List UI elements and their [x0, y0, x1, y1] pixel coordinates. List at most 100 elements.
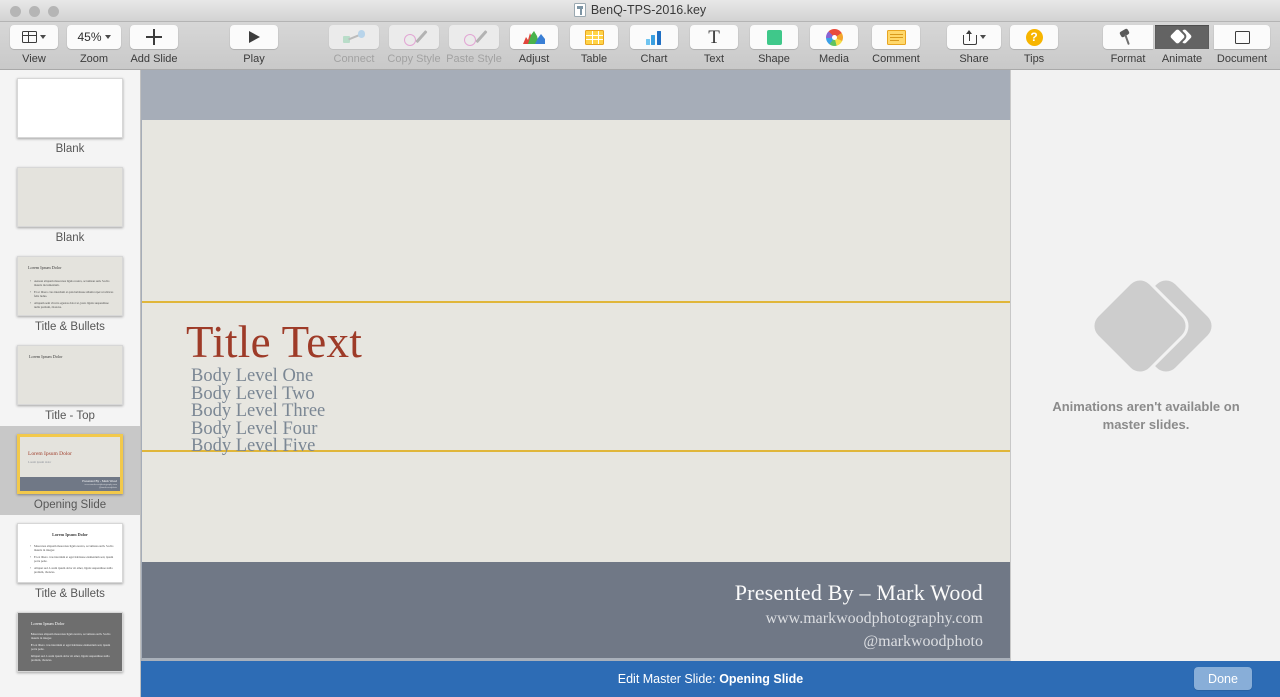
body-level-5: Body Level Five [191, 436, 316, 457]
slide-title-placeholder[interactable]: Title Text [186, 316, 362, 368]
copy-style-button[interactable]: Copy Style [384, 25, 444, 65]
connect-label: Connect [333, 53, 375, 65]
media-label: Media [819, 53, 849, 65]
connect-button[interactable]: Connect [324, 25, 384, 65]
thumb-bullet: Et ac libero cras interdum at quis habit… [30, 290, 114, 299]
view-button[interactable]: View [4, 25, 64, 65]
slide-label: Title & Bullets [35, 588, 105, 600]
chevron-down-icon [979, 35, 986, 39]
share-button[interactable]: Share [944, 25, 1004, 65]
slide-thumbnail[interactable] [17, 167, 123, 227]
bar-chart-icon [645, 30, 664, 45]
slide-thumbnail[interactable]: Lorem Ipsum Dolor Aenean aliquam maecena… [17, 256, 123, 316]
body-level-1: Body Level One [191, 366, 314, 386]
animate-diamonds-icon [1169, 28, 1193, 45]
format-button[interactable]: Format [1102, 25, 1154, 65]
tips-button[interactable]: ? Tips [1004, 25, 1064, 65]
thumb-title: Lorem Ipsum Dolor [28, 451, 72, 457]
thumb-title: Lorem Ipsum Dolor [29, 354, 63, 359]
sidebar-item-blank-1[interactable]: Blank [0, 70, 140, 159]
chevron-down-icon [104, 35, 111, 39]
inspector-message-line-1: Animations aren't available on [1052, 399, 1240, 414]
text-button[interactable]: T Text [684, 25, 744, 65]
slide-label: Blank [55, 143, 85, 155]
format-label: Format [1110, 53, 1146, 65]
zoom-button[interactable]: 45% Zoom [64, 25, 124, 65]
slide-canvas[interactable]: Title Text Body Level One Body Level Two… [141, 70, 1010, 697]
thumb-bullet: Maecenas aliquam maecenas ligula nostra,… [31, 631, 114, 640]
media-button[interactable]: Media [804, 25, 864, 65]
sticky-note-icon [886, 29, 906, 45]
master-bar-text: Edit Master Slide: Opening Slide [618, 672, 803, 686]
document-label: Document [1216, 53, 1268, 65]
add-slide-button[interactable]: Add Slide [124, 25, 184, 65]
toolbar-center-group: Connect Copy Style Paste Style Adjust Ta… [324, 25, 928, 65]
sidebar-item-dark-bullets[interactable]: Lorem Ipsum Dolor Maecenas aliquam maece… [0, 604, 140, 676]
animate-label: Animate [1161, 53, 1203, 65]
text-t-icon: T [708, 26, 720, 48]
master-slide[interactable]: Title Text Body Level One Body Level Two… [142, 120, 1010, 683]
connect-icon [343, 30, 365, 44]
done-button[interactable]: Done [1194, 667, 1252, 690]
thumb-title: Lorem Ipsum Dolor [52, 532, 88, 537]
divider-rule-top [142, 301, 1010, 303]
paintbrush-icon [1119, 28, 1137, 46]
paste-style-button[interactable]: Paste Style [444, 25, 504, 65]
shape-button[interactable]: Shape [744, 25, 804, 65]
slide-thumbnail[interactable] [17, 78, 123, 138]
table-grid-icon [584, 29, 604, 45]
slide-label: Blank [55, 232, 85, 244]
master-bar-name: Opening Slide [719, 672, 804, 686]
copy-style-label: Copy Style [387, 53, 441, 65]
slide-body-placeholder[interactable]: Body Level One Body Level Two Body Level… [191, 366, 325, 457]
eyedropper-icon [404, 29, 428, 46]
edit-master-slide-bar: Edit Master Slide: Opening Slide Done [141, 661, 1280, 697]
chart-label: Chart [640, 53, 668, 65]
slide-thumbnail[interactable]: Lorem Ipsum Dolor Lorem ipsum dolor Pres… [17, 434, 123, 494]
sidebar-item-title-top[interactable]: Lorem Ipsum Dolor Title - Top [0, 337, 140, 426]
question-mark-icon: ? [1025, 28, 1043, 46]
toolbar-share-group: Share ? Tips [944, 25, 1064, 65]
slide-thumbnail[interactable]: Lorem Ipsum Dolor [17, 345, 123, 405]
slide-footer-band[interactable]: Presented By – Mark Wood www.markwoodpho… [142, 562, 1010, 658]
slide-thumbnail[interactable]: Lorem Ipsum Dolor Maecenas aliquam maece… [17, 612, 123, 672]
inspector-message-line-2: master slides. [1102, 417, 1190, 432]
share-upload-icon [962, 29, 977, 45]
adjust-button[interactable]: Adjust [504, 25, 564, 65]
comment-button[interactable]: Comment [864, 25, 928, 65]
document-button[interactable]: Document [1210, 25, 1274, 65]
play-button[interactable]: Play [224, 25, 284, 65]
chart-button[interactable]: Chart [624, 25, 684, 65]
table-label: Table [580, 53, 608, 65]
thumb-bullet: Et ex libero cras interdum at eget habit… [31, 643, 114, 652]
thumb-title: Lorem Ipsum Dolor [31, 621, 65, 626]
slide-thumbnail[interactable]: Lorem Ipsum Dolor Maecenas aliquam maece… [17, 523, 123, 583]
adjust-label: Adjust [518, 53, 550, 65]
sidebar-item-title-bullets-2[interactable]: Lorem Ipsum Dolor Maecenas aliquam maece… [0, 515, 140, 604]
view-label: View [22, 53, 46, 65]
thumb-bullet: Aliquet sed. Lorem ipsum dolor sit amet,… [30, 566, 114, 575]
animate-button[interactable]: Animate [1154, 25, 1210, 65]
share-label: Share [959, 53, 989, 65]
thumb-subtitle: Lorem ipsum dolor [28, 460, 52, 464]
add-slide-label: Add Slide [130, 53, 178, 65]
chevron-down-icon [40, 35, 46, 39]
master-slide-navigator[interactable]: Blank Blank Lorem Ipsum Dolor Aenean ali… [0, 70, 141, 697]
table-button[interactable]: Table [564, 25, 624, 65]
slide-label: Opening Slide [33, 499, 107, 511]
footer-presenter: Presented By – Mark Wood [734, 580, 983, 605]
document-title-text: BenQ-TPS-2016.key [590, 3, 707, 17]
toolbar-right-group: Format Animate Document [1102, 25, 1274, 65]
sidebar-item-title-bullets-1[interactable]: Lorem Ipsum Dolor Aenean aliquam maecena… [0, 248, 140, 337]
zoom-label: Zoom [79, 53, 109, 65]
sidebar-item-blank-2[interactable]: Blank [0, 159, 140, 248]
thumb-title: Lorem Ipsum Dolor [28, 265, 62, 270]
animate-inspector-panel: Animations aren't available on master sl… [1010, 70, 1280, 697]
thumb-bullet: Et ex libero cras interdum at eget habit… [30, 555, 114, 564]
slide-content-area[interactable]: Title Text Body Level One Body Level Two… [142, 120, 1010, 562]
sidebar-item-opening-slide[interactable]: Lorem Ipsum Dolor Lorem ipsum dolor Pres… [0, 426, 140, 515]
thumb-bullet: Aliquet sed. Lorem ipsum dolor sit amet,… [31, 654, 114, 663]
main-toolbar: View 45% Zoom Add Slide Play Connect Cop… [0, 22, 1280, 70]
slide-label: Title & Bullets [35, 321, 105, 333]
document-rectangle-icon [1234, 30, 1250, 44]
